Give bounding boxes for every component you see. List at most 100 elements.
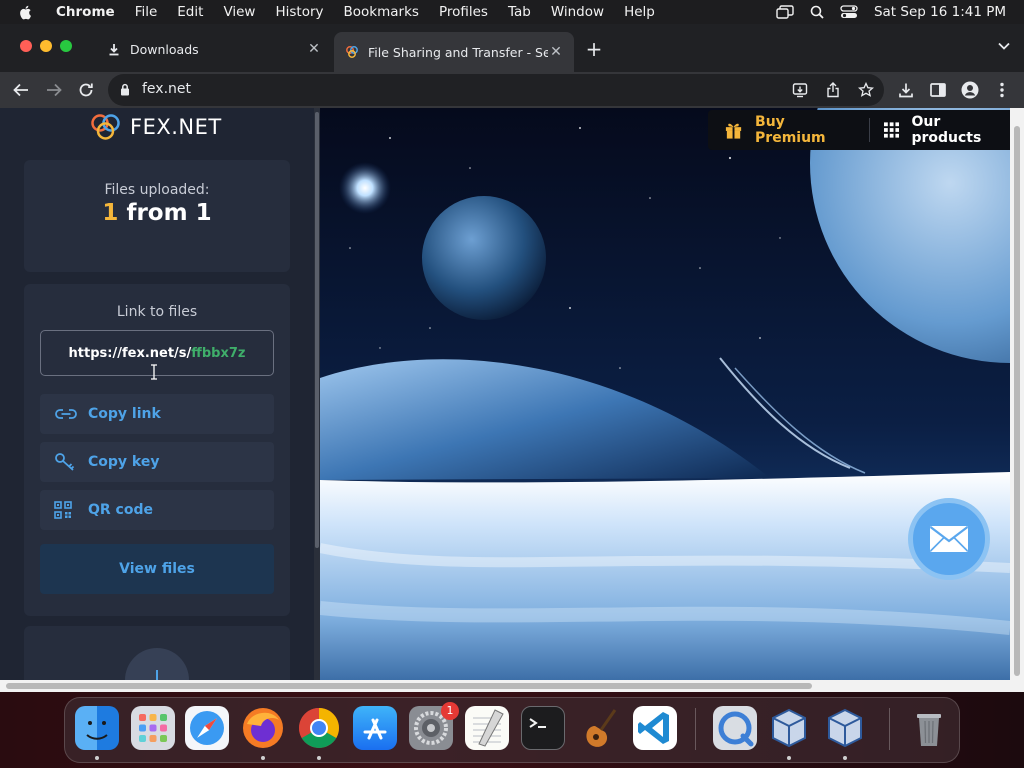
tab-close-button[interactable]: ✕ <box>306 41 322 57</box>
contact-mail-button[interactable] <box>908 498 990 580</box>
firefox-running-dot <box>261 756 265 760</box>
forward-button[interactable] <box>42 78 66 102</box>
menu-help[interactable]: Help <box>614 4 665 20</box>
back-button[interactable] <box>9 78 33 102</box>
finder-app-icon[interactable] <box>75 706 119 750</box>
space-planet-illustration <box>320 108 1010 680</box>
macos-dock: 1 <box>64 697 960 763</box>
textedit-app-icon[interactable] <box>465 706 509 750</box>
minimize-window-button[interactable] <box>40 40 52 52</box>
control-center-icon[interactable] <box>840 5 858 19</box>
link-icon <box>54 408 82 420</box>
menu-profiles[interactable]: Profiles <box>429 4 498 20</box>
safari-app-icon[interactable] <box>185 706 229 750</box>
link-to-files-label: Link to files <box>116 304 198 320</box>
qr-code-label: QR code <box>88 502 153 518</box>
profile-button[interactable] <box>958 78 982 102</box>
qr-code-button[interactable]: QR code <box>40 490 274 530</box>
chrome-menu-button[interactable] <box>990 78 1014 102</box>
close-window-button[interactable] <box>20 40 32 52</box>
app-store-icon[interactable] <box>353 706 397 750</box>
menu-window[interactable]: Window <box>541 4 614 20</box>
envelope-icon <box>929 526 969 552</box>
install-app-icon[interactable] <box>792 82 808 98</box>
terminal-app-icon[interactable] <box>521 706 565 750</box>
quicktime-app-icon[interactable] <box>713 706 757 750</box>
apple-menu-icon[interactable] <box>18 4 34 20</box>
more-vertical-icon <box>1000 82 1004 98</box>
bookmark-star-icon[interactable] <box>858 82 874 98</box>
browser-toolbar: fex.net <box>0 72 1024 108</box>
view-files-label: View files <box>119 561 195 577</box>
files-uploaded-count: 1 from 1 <box>24 200 290 226</box>
spotlight-search-icon[interactable] <box>810 5 824 19</box>
screen-mirroring-icon[interactable] <box>776 5 794 19</box>
tab-label: Downloads <box>130 41 199 57</box>
menu-tab[interactable]: Tab <box>498 4 541 20</box>
garageband-app-icon[interactable] <box>577 706 621 750</box>
tab-file-sharing[interactable]: File Sharing and Transfer - Sen ✕ <box>334 32 574 72</box>
arrow-right-icon <box>47 83 62 97</box>
hero-top-bar: Buy Premium Our products <box>708 110 1010 150</box>
trash-icon[interactable] <box>907 706 951 750</box>
launchpad-app-icon[interactable] <box>131 706 175 750</box>
side-panel-icon <box>930 83 946 97</box>
dock-separator <box>695 708 696 750</box>
logo-text: FEX.NET <box>130 115 222 139</box>
macos-menu-bar: Chrome File Edit View History Bookmarks … <box>0 0 1024 24</box>
sidebar-scrollbar-thumb[interactable] <box>315 112 319 548</box>
downloads-button[interactable] <box>894 78 918 102</box>
reload-button[interactable] <box>74 78 98 102</box>
virtualbox-app-icon[interactable] <box>767 706 811 750</box>
virtualbox-vm-app-icon[interactable] <box>823 706 867 750</box>
tab-downloads[interactable]: Downloads ✕ <box>96 34 332 64</box>
menu-bookmarks[interactable]: Bookmarks <box>334 4 429 20</box>
our-products-button[interactable]: Our products <box>884 114 1010 146</box>
url-text[interactable]: fex.net <box>142 81 191 97</box>
hero-space-background: Buy Premium Our products <box>320 108 1010 680</box>
buy-premium-button[interactable]: Buy Premium <box>724 114 855 146</box>
page-vertical-scrollbar[interactable] <box>1010 108 1024 680</box>
arrow-left-icon <box>13 83 28 97</box>
share-icon[interactable] <box>826 82 840 98</box>
fex-logo[interactable]: FEX.NET <box>88 112 222 142</box>
tab-label: File Sharing and Transfer - Sen <box>368 44 548 60</box>
menu-view[interactable]: View <box>213 4 265 20</box>
qr-code-icon <box>54 501 82 519</box>
menu-file[interactable]: File <box>125 4 168 20</box>
uploaded-number: 1 <box>102 200 119 226</box>
upload-sidebar: FEX.NET Files uploaded: 1 from 1 Link to… <box>0 108 314 680</box>
tab-close-button[interactable]: ✕ <box>548 44 564 60</box>
view-files-button[interactable]: View files <box>40 544 274 594</box>
copy-link-button[interactable]: Copy link <box>40 394 274 434</box>
fex-logo-icon <box>91 114 120 140</box>
menu-app-name[interactable]: Chrome <box>46 4 125 20</box>
fex-favicon <box>344 44 360 60</box>
copy-link-label: Copy link <box>88 406 161 422</box>
menu-history[interactable]: History <box>265 4 333 20</box>
text-cursor-icon <box>151 364 157 380</box>
zoom-window-button[interactable] <box>60 40 72 52</box>
page-vertical-scrollbar-thumb[interactable] <box>1014 126 1020 676</box>
chrome-app-icon[interactable] <box>297 706 341 750</box>
link-to-files-card: Link to files https://fex.net/s/ffbbx7z … <box>24 284 290 616</box>
menu-bar-clock[interactable]: Sat Sep 16 1:41 PM <box>874 4 1006 20</box>
side-panel-button[interactable] <box>926 78 950 102</box>
our-products-label: Our products <box>911 114 982 146</box>
page-horizontal-scrollbar-thumb[interactable] <box>6 683 812 689</box>
browser-tab-strip: Downloads ✕ File Sharing and Transfer - … <box>0 24 1024 72</box>
new-tab-button[interactable]: + <box>584 38 604 60</box>
lock-icon[interactable] <box>120 83 130 96</box>
menu-edit[interactable]: Edit <box>167 4 213 20</box>
upload-arrow-icon <box>156 670 158 680</box>
address-bar[interactable]: fex.net <box>108 74 884 106</box>
page-horizontal-scrollbar[interactable] <box>0 680 1024 692</box>
gift-icon <box>725 123 742 139</box>
window-controls <box>20 40 72 52</box>
chrome-running-dot <box>317 756 321 760</box>
key-icon <box>54 452 82 472</box>
firefox-app-icon[interactable] <box>241 706 285 750</box>
copy-key-button[interactable]: Copy key <box>40 442 274 482</box>
visual-studio-code-app-icon[interactable] <box>633 706 677 750</box>
tab-search-chevron-icon[interactable] <box>998 42 1010 50</box>
